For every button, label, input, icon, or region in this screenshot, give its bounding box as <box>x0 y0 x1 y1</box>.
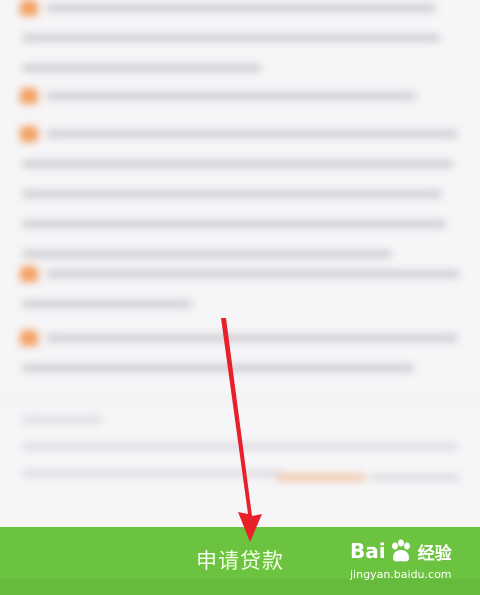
app-screen: 申请贷款 Bai 经验 jingyan.baidu.com <box>0 0 480 595</box>
bullet-icon <box>20 0 38 16</box>
watermark-url: jingyan.baidu.com <box>350 568 452 581</box>
article-paragraph <box>20 266 462 330</box>
baidu-jingyan-watermark: Bai 经验 jingyan.baidu.com <box>350 538 470 590</box>
bullet-icon <box>20 88 38 104</box>
related-section <box>22 416 462 497</box>
blurred-article-content <box>0 0 480 530</box>
watermark-brand-suffix: 经验 <box>417 543 452 564</box>
article-paragraph <box>20 88 462 122</box>
section-divider <box>0 398 480 399</box>
apply-loan-button[interactable]: 申请贷款 <box>170 527 310 595</box>
article-paragraph <box>20 0 462 94</box>
bullet-icon <box>20 266 38 282</box>
highlighted-link <box>276 474 366 481</box>
bullet-icon <box>20 330 38 346</box>
bullet-icon <box>20 126 38 142</box>
baidu-paw-icon <box>391 539 410 562</box>
article-paragraph <box>20 330 462 394</box>
watermark-brand-text: Bai <box>350 539 386 563</box>
article-paragraph <box>20 126 462 280</box>
